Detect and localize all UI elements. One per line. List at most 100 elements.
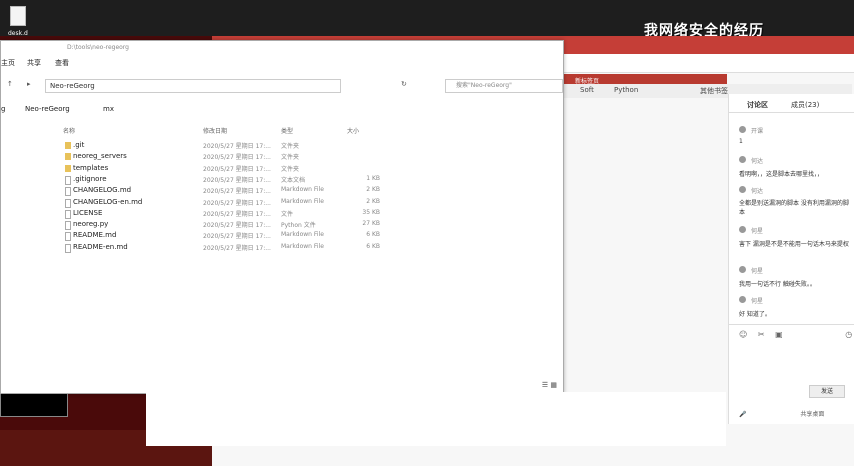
send-button[interactable]: 发送 (809, 385, 845, 398)
file-size: 6 KB (366, 231, 380, 239)
avatar (739, 266, 746, 273)
tab-neo-regeorg[interactable]: Neo-reGeorg (25, 105, 70, 113)
message-text: 害下 漏洞是不是不能用一句话木马来提权 (739, 241, 849, 248)
bookmark-other[interactable]: 其他书签 (700, 86, 728, 96)
folder-icon (65, 142, 71, 149)
window-title: D:\tools\neo-regeorg (67, 44, 129, 51)
desktop-file-icon[interactable] (10, 6, 26, 26)
column-header-name[interactable]: 名称 (63, 126, 75, 135)
message-name: 何星 (751, 298, 764, 305)
file-row[interactable]: templates 2020/5/27 星期日 17:... 文件夹 (65, 164, 405, 175)
explorer-menu: 主页 共享 查看 (1, 55, 563, 69)
file-type: Markdown File (281, 231, 324, 239)
file-type: Markdown File (281, 197, 324, 205)
file-type: Markdown File (281, 186, 324, 194)
file-icon (65, 175, 71, 185)
file-name: .gitignore (73, 174, 107, 183)
avatar (739, 226, 746, 233)
file-size: 6 KB (366, 242, 380, 250)
tab-mx[interactable]: mx (103, 105, 114, 113)
file-type: 文件夹 (281, 165, 300, 173)
file-row[interactable]: README.md 2020/5/27 星期日 17:... Markdown Fi… (65, 231, 405, 242)
message-text: 看明啊，，这是脚本去哪里找，， (739, 171, 824, 178)
message-text: 全都是别送漏洞的脚本 没有利用漏洞的脚本 (739, 200, 849, 216)
file-size: 1 KB (366, 174, 380, 182)
avatar (739, 126, 746, 133)
message-name: 何达 (751, 158, 764, 165)
share-desktop-label[interactable]: 共享桌面 (800, 411, 824, 418)
file-date: 2020/5/27 星期日 17:... (203, 188, 271, 196)
refresh-icon[interactable]: ↻ (401, 80, 407, 88)
file-type: 文件 (281, 210, 294, 218)
tab-members[interactable]: 成员(23) (791, 100, 819, 110)
message-text: 我用一句话不行 触碰失败。。 (739, 281, 816, 288)
address-bar[interactable]: Neo-reGeorg (45, 79, 341, 93)
chat-panel: 讨论区 成员(23) 开课 1 何达 看明啊，，这是脚本去哪里找，， 何达 全都… (728, 94, 854, 424)
file-type: 文件夹 (281, 143, 300, 150)
folder-icon (65, 164, 71, 172)
bookmark-python[interactable]: Python (614, 86, 638, 94)
file-type: Markdown File (281, 242, 324, 250)
file-size: 2 KB (366, 186, 380, 194)
bookmark-soft[interactable]: Soft (580, 86, 594, 94)
folder-icon (65, 153, 71, 161)
file-row[interactable]: neoreg.py 2020/5/27 星期日 17:... Python 文件 27… (65, 220, 405, 231)
file-row[interactable]: neoreg_servers 2020/5/27 星期日 17:... 文件夹 (65, 152, 405, 163)
file-row[interactable]: CHANGELOG.md 2020/5/27 星期日 17:... Markdown… (65, 186, 405, 197)
message-text: 好 知道了。 (739, 311, 771, 318)
search-input[interactable]: 搜索"Neo-reGeorg" (445, 79, 563, 93)
emoji-icon[interactable]: ☺ (739, 330, 747, 339)
column-header-type[interactable]: 类型 (281, 126, 293, 135)
explorer-titlebar[interactable]: D:\tools\neo-regeorg (1, 41, 563, 56)
file-date: 2020/5/27 星期日 17:... (203, 143, 271, 150)
file-date: 2020/5/27 星期日 17:... (203, 210, 271, 218)
file-date: 2020/5/27 星期日 17:... (203, 244, 271, 252)
file-date: 2020/5/27 星期日 17:... (203, 222, 271, 230)
image-icon[interactable]: ▣ (775, 330, 783, 339)
up-arrow-icon[interactable]: ↑ (7, 80, 13, 88)
mic-icon[interactable]: 🎤 (739, 411, 746, 418)
explorer-tabs: g Neo-reGeorg mx (1, 105, 563, 119)
file-icon (65, 221, 71, 231)
avatar (739, 156, 746, 163)
file-row[interactable]: CHANGELOG-en.md 2020/5/27 星期日 17:... Markd… (65, 198, 405, 209)
file-name: CHANGELOG-en.md (73, 197, 143, 206)
file-size: 2 KB (366, 197, 380, 205)
menu-view[interactable]: 查看 (55, 58, 69, 68)
file-name: templates (73, 163, 109, 172)
view-toggle-icon[interactable]: ☰ ▦ (542, 381, 557, 389)
column-header-date[interactable]: 修改日期 (203, 126, 227, 135)
file-date: 2020/5/27 星期日 17:... (203, 199, 271, 207)
message-name: 何星 (751, 268, 764, 275)
chat-divider (729, 112, 854, 113)
file-name: .git (73, 141, 85, 149)
file-name: LICENSE (73, 208, 103, 217)
history-icon[interactable]: ◷ (845, 330, 852, 339)
menu-home[interactable]: 主页 (1, 58, 15, 68)
desktop-file-label: desk.d (8, 30, 28, 37)
file-type: 文件夹 (281, 154, 300, 162)
file-name: CHANGELOG.md (73, 186, 132, 195)
file-date: 2020/5/27 星期日 17:... (203, 165, 271, 173)
tab-discussion[interactable]: 讨论区 (747, 100, 768, 110)
file-row[interactable]: README-en.md 2020/5/27 星期日 17:... Markdown… (65, 243, 405, 254)
avatar (739, 296, 746, 303)
message-name: 何星 (751, 228, 764, 235)
file-icon (65, 187, 71, 197)
browser-content-area (146, 392, 726, 446)
column-header-size[interactable]: 大小 (347, 126, 359, 135)
chat-input-divider (729, 324, 854, 325)
scissors-icon[interactable]: ✂ (758, 330, 765, 339)
file-date: 2020/5/27 星期日 17:... (203, 176, 271, 184)
file-row[interactable]: LICENSE 2020/5/27 星期日 17:... 文件 35 KB (65, 209, 405, 220)
file-name: neoreg.py (73, 220, 109, 229)
file-date: 2020/5/27 星期日 17:... (203, 154, 271, 162)
tab-root[interactable]: g (1, 105, 5, 113)
file-name: neoreg_servers (73, 152, 127, 161)
file-type: 文本文档 (281, 176, 306, 184)
file-row[interactable]: .git 2020/5/27 星期日 17:... 文件夹 (65, 141, 405, 152)
file-icon (65, 232, 71, 242)
file-icon (65, 243, 71, 253)
menu-share[interactable]: 共享 (27, 58, 41, 68)
file-row[interactable]: .gitignore 2020/5/27 星期日 17:... 文本文档 1 KB (65, 175, 405, 186)
